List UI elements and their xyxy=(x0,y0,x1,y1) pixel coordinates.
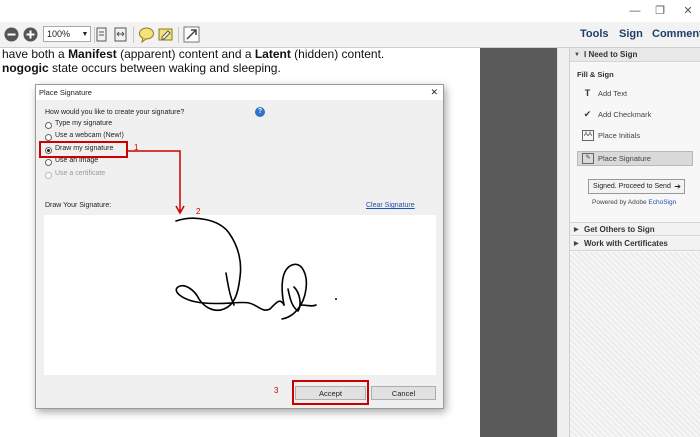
annotation-box-accept xyxy=(292,380,369,405)
annotation-arrow xyxy=(128,150,185,215)
annotation-step-1: 1 xyxy=(134,143,139,152)
annotation-step-3: 3 xyxy=(274,386,279,395)
annotation-step-2: 2 xyxy=(196,207,201,216)
